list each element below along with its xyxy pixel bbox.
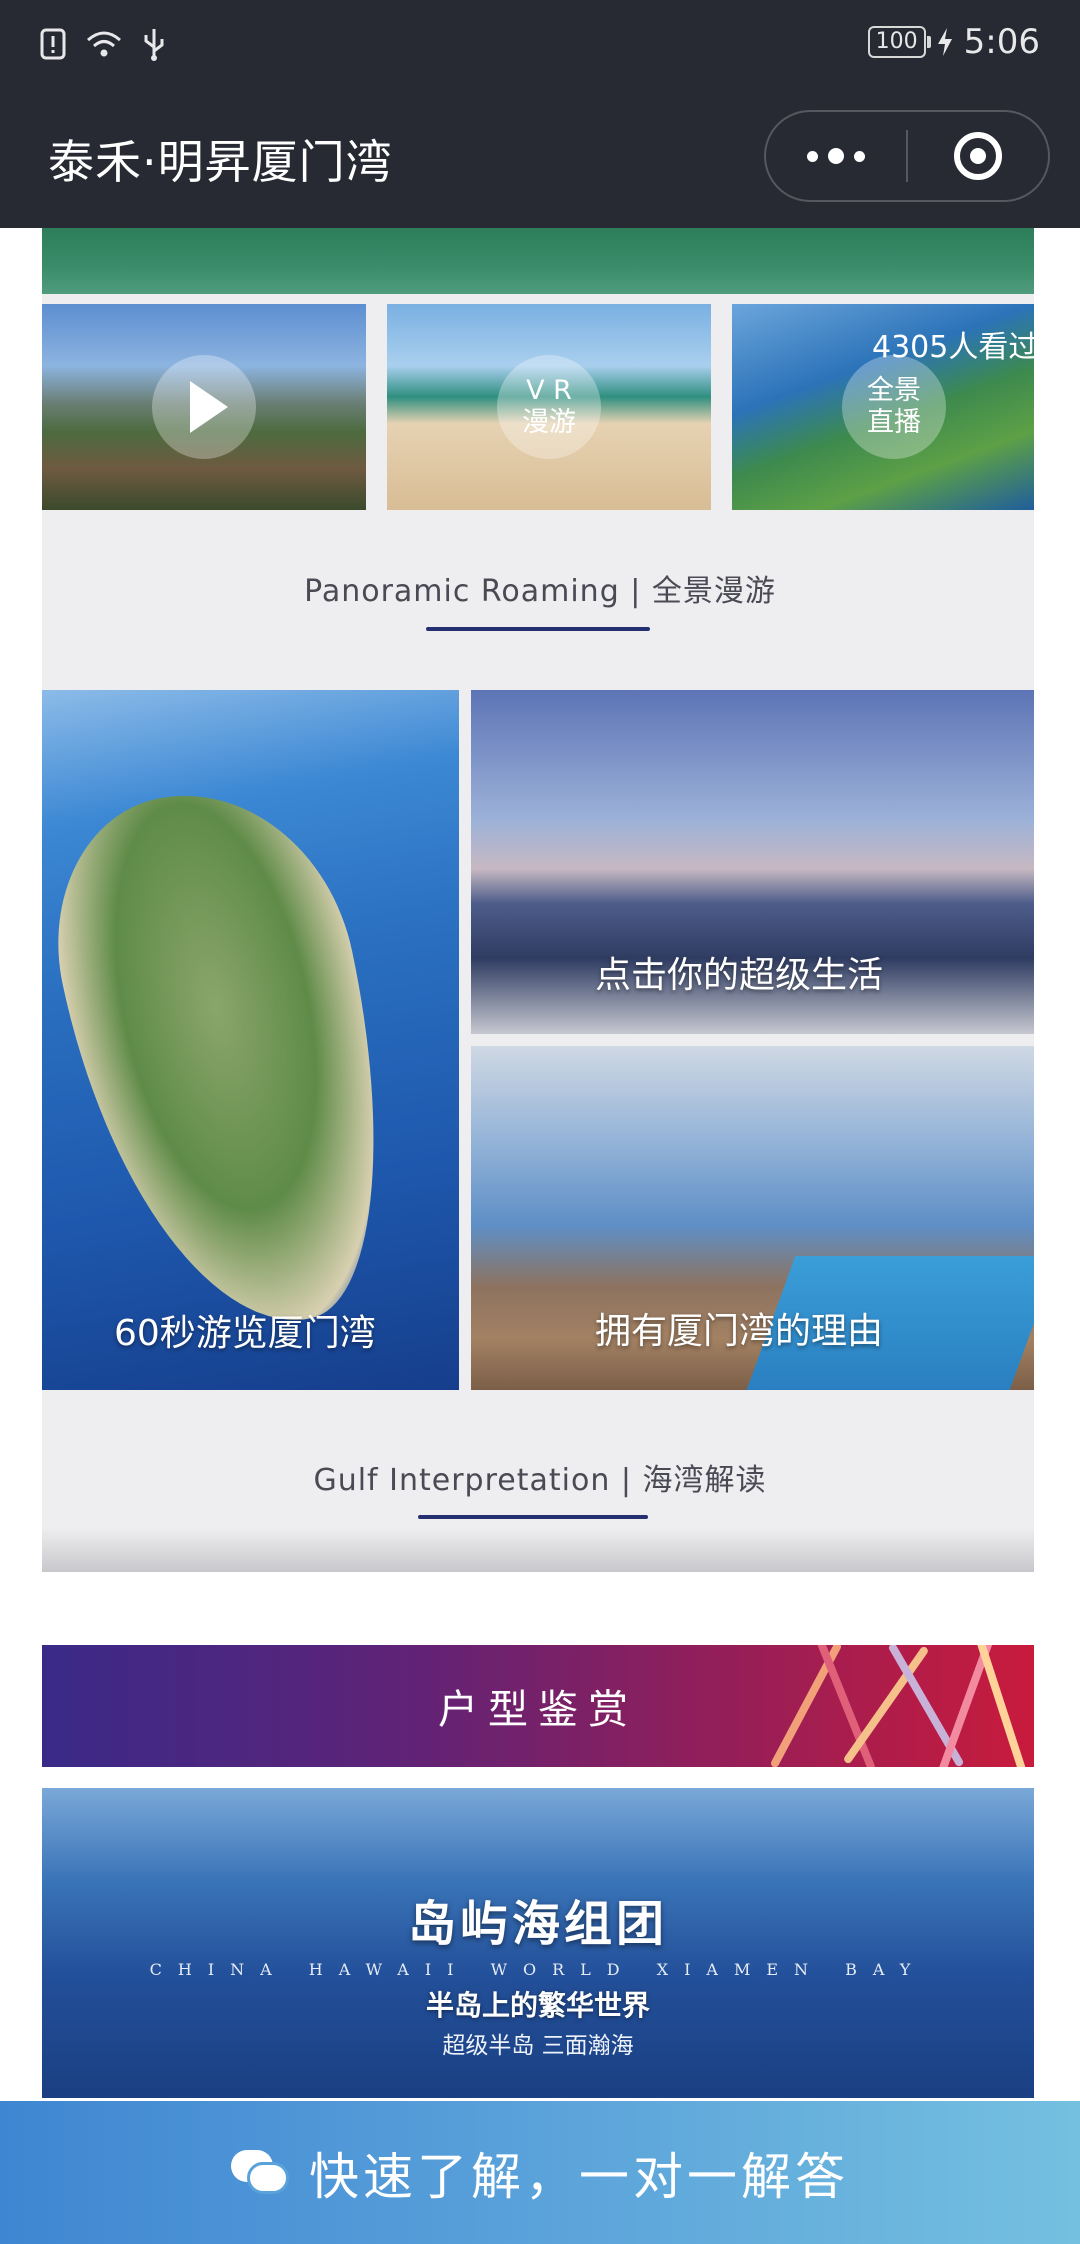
live-label: 全景 直播 xyxy=(842,355,946,459)
alert-icon xyxy=(40,28,66,60)
hero-image-bottom xyxy=(42,228,1034,294)
section-title-gulf: Gulf Interpretation | 海湾解读 xyxy=(313,1463,767,1498)
charging-icon xyxy=(937,28,952,56)
page-title: 泰禾·明昇厦门湾 xyxy=(48,135,393,189)
super-life-label: 点击你的超级生活 xyxy=(595,955,884,996)
nav-bar: 泰禾·明昇厦门湾 xyxy=(0,86,1080,228)
clock: 5:06 xyxy=(963,22,1040,62)
promo-subtitle-2: 超级半岛 三面瀚海 xyxy=(442,2033,634,2059)
super-life-tile[interactable]: 点击你的超级生活 xyxy=(471,690,1034,1034)
usb-icon xyxy=(144,29,164,61)
island-image xyxy=(42,765,425,1355)
reasons-label: 拥有厦门湾的理由 xyxy=(595,1311,884,1352)
vr-tour-label: V R 漫游 xyxy=(497,355,601,459)
battery-icon: 100 xyxy=(867,26,931,58)
section-underline xyxy=(426,627,650,631)
mini-program-capsule xyxy=(764,110,1050,202)
video-thumbnail[interactable] xyxy=(42,304,366,510)
reasons-tile[interactable]: 拥有厦门湾的理由 xyxy=(471,1046,1034,1390)
section-underline xyxy=(418,1515,648,1519)
play-icon xyxy=(152,355,256,459)
consult-button[interactable]: 快速了解，一对一解答 xyxy=(0,2101,1080,2244)
close-button[interactable] xyxy=(908,112,1048,200)
island-group-promo[interactable]: 岛屿海组团 CHINA HAWAII WORLD XIAMEN BAY 半岛上的… xyxy=(42,1788,1034,2098)
promo-english: CHINA HAWAII WORLD XIAMEN BAY xyxy=(149,1960,927,1979)
close-target-icon xyxy=(953,132,1002,180)
more-icon xyxy=(807,148,865,164)
section-title-panorama: Panoramic Roaming | 全景漫游 xyxy=(304,574,776,609)
promo-title: 岛屿海组团 xyxy=(407,1896,668,1952)
more-button[interactable] xyxy=(766,112,906,200)
tour-60s-label: 60秒游览厦门湾 xyxy=(114,1313,376,1354)
floor-plan-banner[interactable]: 户型鉴赏 xyxy=(42,1645,1034,1767)
status-icons-right: 100 5:06 xyxy=(867,20,1040,64)
live-panorama-thumbnail[interactable]: 4305人看过 全景 直播 xyxy=(732,304,1034,510)
consult-label: 快速了解，一对一解答 xyxy=(309,2147,849,2206)
panel-bottom-fade xyxy=(42,1528,1034,1572)
floor-plan-label: 户型鉴赏 xyxy=(438,1687,638,1733)
tour-60s-tile[interactable]: 60秒游览厦门湾 xyxy=(42,690,459,1390)
promo-subtitle: 半岛上的繁华世界 xyxy=(425,1989,650,2022)
wifi-icon xyxy=(87,31,121,57)
vr-tour-thumbnail[interactable]: V R 漫游 xyxy=(387,304,711,510)
status-bar: 100 5:06 xyxy=(0,0,1080,86)
status-icons-left xyxy=(40,22,166,66)
chat-icon xyxy=(231,2146,291,2200)
